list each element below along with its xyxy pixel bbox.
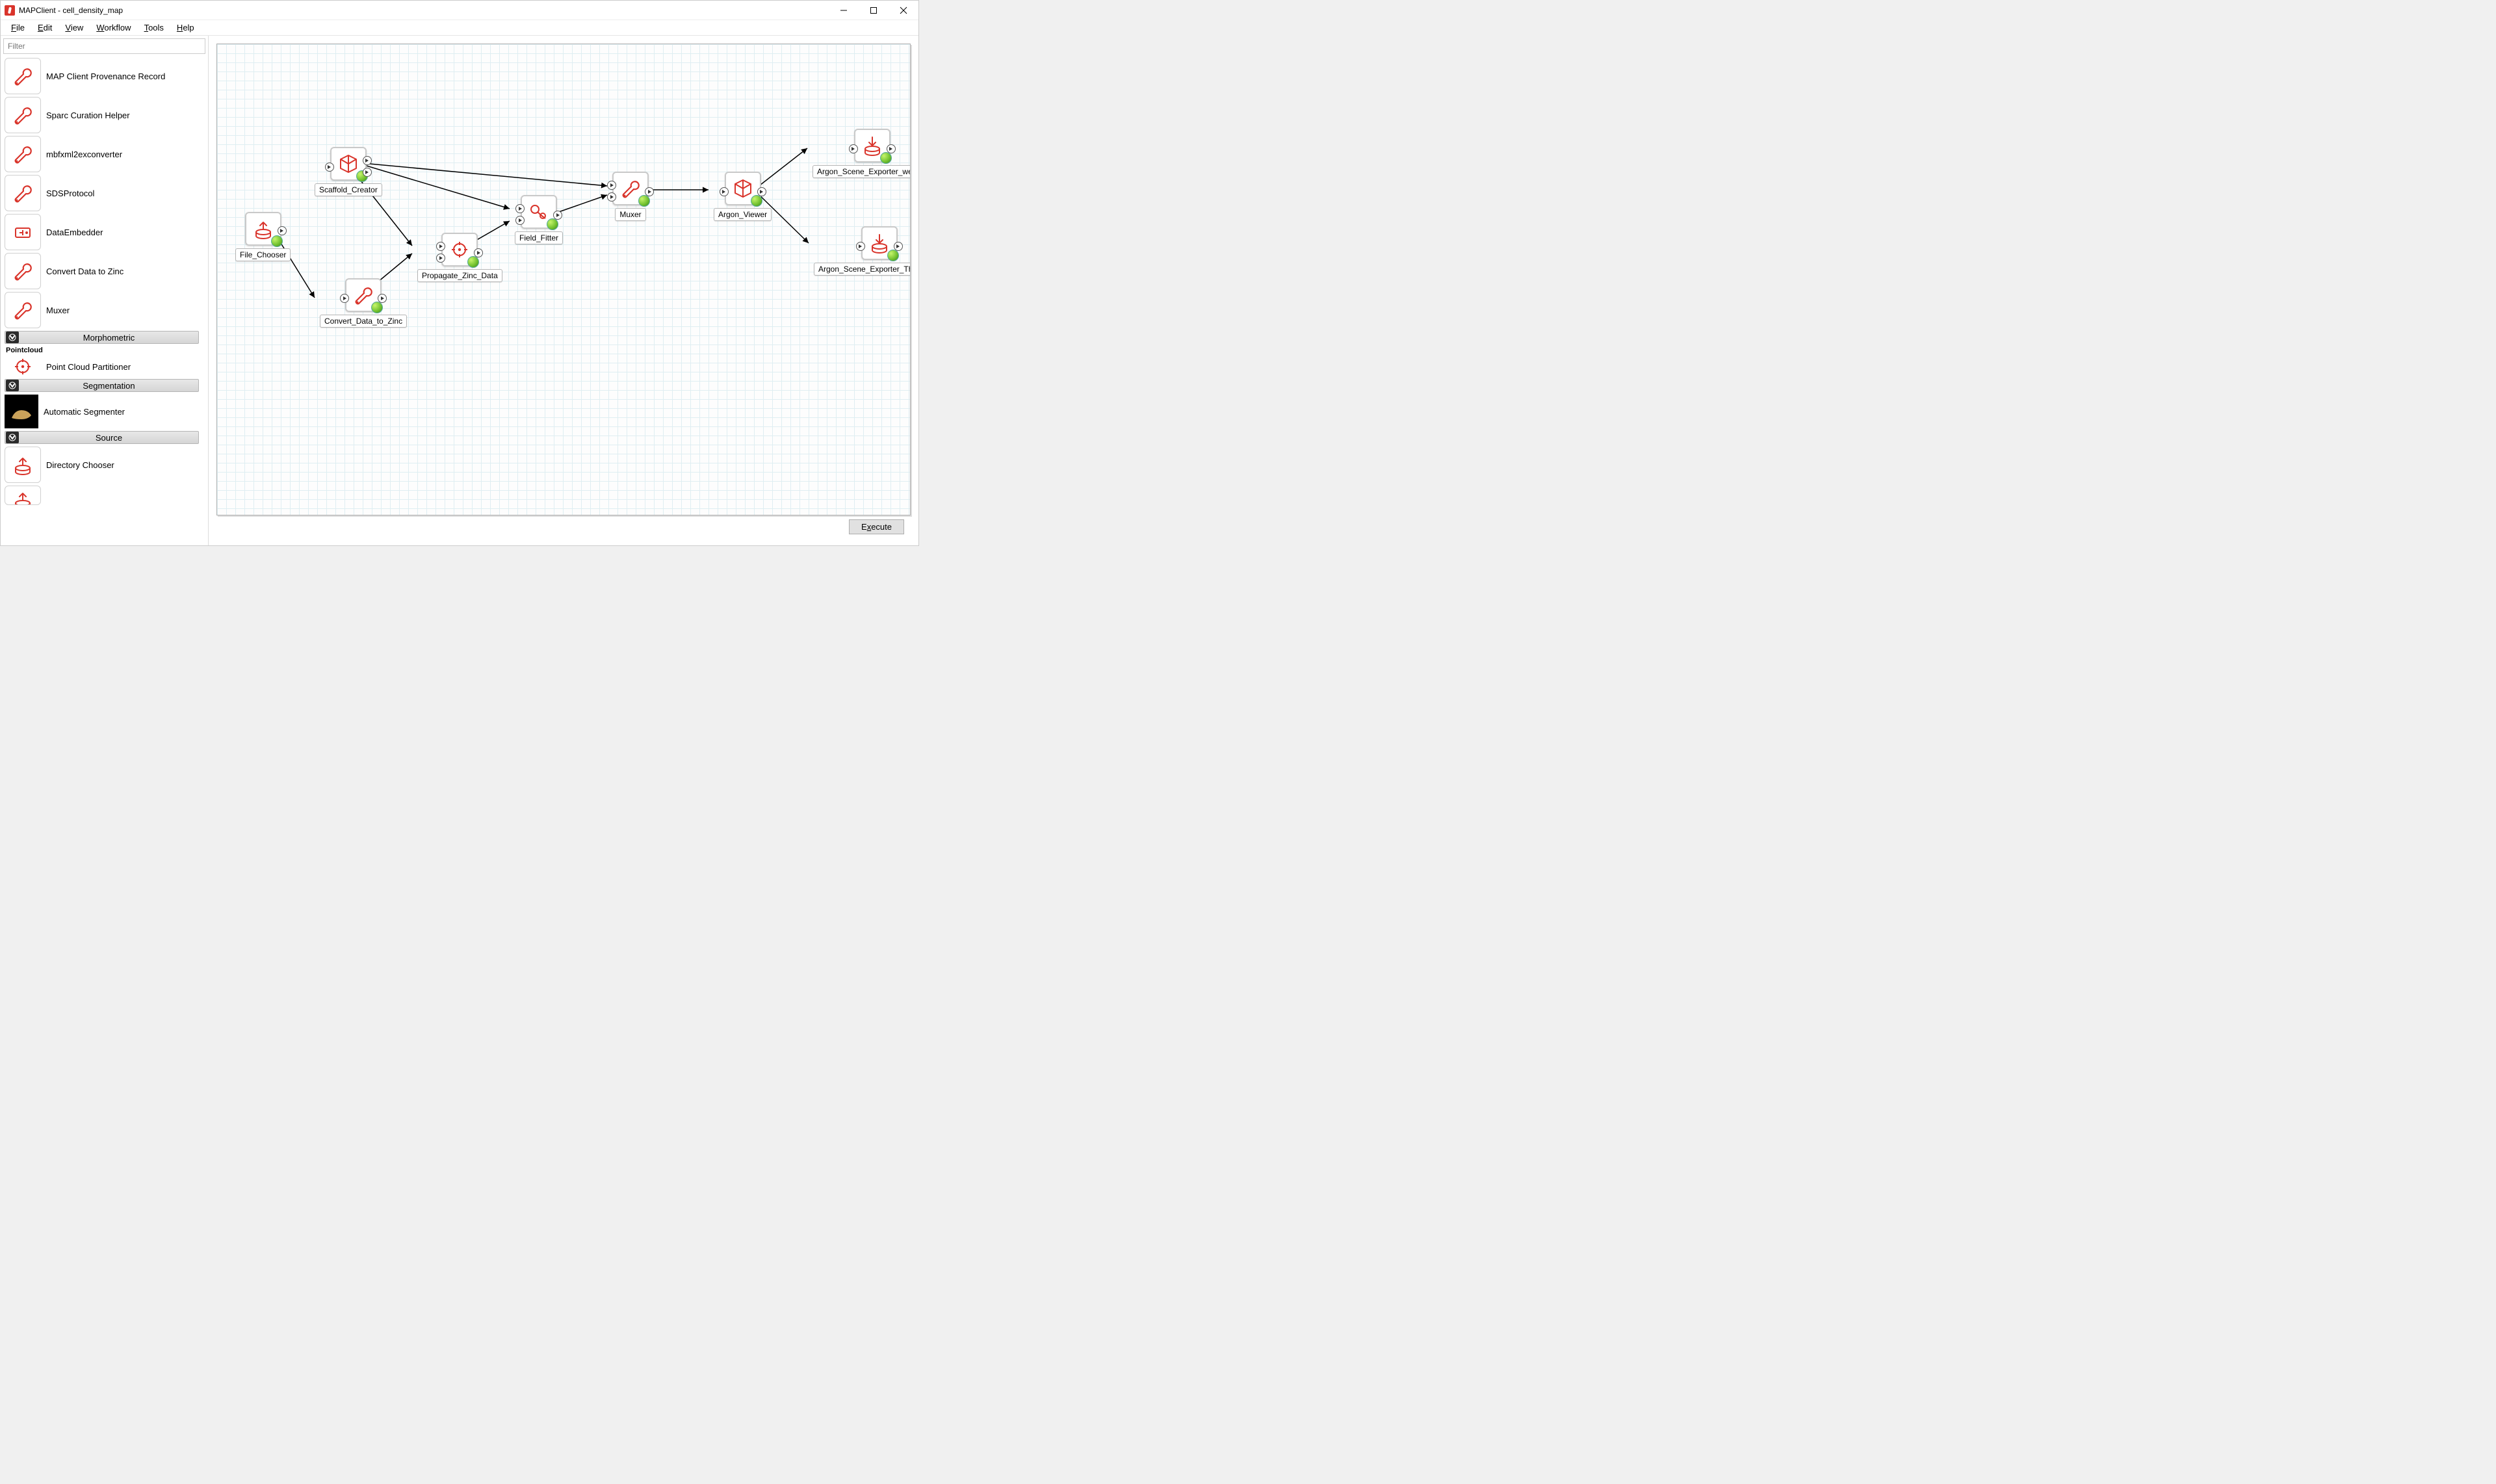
- tool-point-cloud-partitioner[interactable]: Point Cloud Partitioner: [5, 356, 199, 378]
- port-out[interactable]: [553, 211, 562, 220]
- node-label: Muxer: [615, 208, 645, 221]
- status-ok-icon: [467, 256, 479, 268]
- node-field-fitter[interactable]: Field_Fitter: [515, 195, 563, 244]
- window-title: MAPClient - cell_density_map: [19, 6, 829, 15]
- node-label: Convert_Data_to_Zinc: [320, 315, 407, 328]
- tool-palette-sidebar: MAP Client Provenance Record Sparc Curat…: [1, 36, 209, 545]
- main-area: MAP Client Provenance Record Sparc Curat…: [1, 36, 918, 545]
- status-ok-icon: [547, 218, 558, 230]
- section-segmentation[interactable]: Segmentation: [5, 379, 199, 392]
- node-argon-viewer[interactable]: Argon_Viewer: [714, 172, 772, 221]
- app-icon: [5, 5, 15, 16]
- node-muxer[interactable]: Muxer: [612, 172, 649, 221]
- port-out[interactable]: [894, 242, 903, 251]
- status-ok-icon: [638, 195, 650, 207]
- port-in[interactable]: [856, 242, 865, 251]
- menu-help[interactable]: Help: [170, 21, 201, 34]
- application-window: MAPClient - cell_density_map File Edit V…: [0, 0, 919, 546]
- workflow-canvas-wrap: Scaffold_Creator File_Chooser: [209, 36, 918, 545]
- port-in[interactable]: [515, 216, 525, 225]
- node-convert-data-to-zinc[interactable]: Convert_Data_to_Zinc: [320, 278, 407, 328]
- node-label: Argon_Viewer: [714, 208, 772, 221]
- status-ok-icon: [880, 152, 892, 164]
- db-up-icon: [5, 447, 41, 483]
- port-out[interactable]: [645, 187, 654, 196]
- chevron-down-icon: [6, 380, 19, 391]
- port-in[interactable]: [325, 163, 334, 172]
- pointcloud-label: Pointcloud: [5, 345, 199, 356]
- node-label: Propagate_Zinc_Data: [417, 269, 502, 282]
- port-out[interactable]: [363, 168, 372, 177]
- filter-input[interactable]: [3, 38, 205, 54]
- port-in[interactable]: [607, 181, 616, 190]
- port-out[interactable]: [363, 156, 372, 165]
- tool-extra[interactable]: [5, 484, 199, 506]
- titlebar: MAPClient - cell_density_map: [1, 1, 918, 20]
- port-in[interactable]: [340, 294, 349, 303]
- tool-directory-chooser[interactable]: Directory Chooser: [5, 445, 199, 484]
- port-in[interactable]: [515, 204, 525, 213]
- node-label: Argon_Scene_Exporter_Thumbnail: [814, 263, 911, 276]
- node-label: File_Chooser: [235, 248, 291, 261]
- wrench-icon: [5, 136, 41, 172]
- port-out[interactable]: [757, 187, 766, 196]
- chevron-down-icon: [6, 332, 19, 343]
- window-controls: [829, 1, 918, 20]
- port-in[interactable]: [436, 254, 445, 263]
- embed-icon: [5, 214, 41, 250]
- node-propagate-zinc-data[interactable]: Propagate_Zinc_Data: [417, 233, 502, 282]
- close-button[interactable]: [889, 1, 918, 20]
- tool-provenance-record[interactable]: MAP Client Provenance Record: [5, 57, 199, 96]
- menu-edit[interactable]: Edit: [31, 21, 58, 34]
- workflow-canvas[interactable]: Scaffold_Creator File_Chooser: [216, 44, 911, 515]
- port-out[interactable]: [887, 144, 896, 153]
- menubar: File Edit View Workflow Tools Help: [1, 20, 918, 36]
- status-ok-icon: [887, 250, 899, 261]
- execute-button[interactable]: Execute: [849, 519, 904, 534]
- node-label: Field_Fitter: [515, 231, 563, 244]
- node-file-chooser[interactable]: File_Chooser: [235, 212, 291, 261]
- tool-sdsprotocol[interactable]: SDSProtocol: [5, 174, 199, 213]
- menu-workflow[interactable]: Workflow: [90, 21, 137, 34]
- tool-mbfxml2exconverter[interactable]: mbfxml2exconverter: [5, 135, 199, 174]
- port-in[interactable]: [436, 242, 445, 251]
- segmenter-icon: [5, 395, 38, 428]
- wrench-icon: [5, 58, 41, 94]
- tool-automatic-segmenter[interactable]: Automatic Segmenter: [5, 393, 199, 430]
- port-out[interactable]: [378, 294, 387, 303]
- node-argon-scene-exporter-webgl[interactable]: Argon_Scene_Exporter_webGL: [812, 129, 911, 178]
- wrench-icon: [5, 292, 41, 328]
- target-icon: [5, 357, 41, 376]
- chevron-down-icon: [6, 432, 19, 443]
- port-out[interactable]: [474, 248, 483, 257]
- port-in[interactable]: [720, 187, 729, 196]
- wrench-icon: [5, 97, 41, 133]
- menu-file[interactable]: File: [5, 21, 31, 34]
- node-label: Argon_Scene_Exporter_webGL: [812, 165, 911, 178]
- status-ok-icon: [371, 302, 383, 313]
- tool-muxer[interactable]: Muxer: [5, 291, 199, 330]
- maximize-button[interactable]: [859, 1, 889, 20]
- node-argon-scene-exporter-thumbnail[interactable]: Argon_Scene_Exporter_Thumbnail: [814, 226, 911, 276]
- footer: Execute: [216, 515, 911, 538]
- tool-dataembedder[interactable]: DataEmbedder: [5, 213, 199, 252]
- status-ok-icon: [751, 195, 762, 207]
- tool-convert-data-to-zinc[interactable]: Convert Data to Zinc: [5, 252, 199, 291]
- tool-palette[interactable]: MAP Client Provenance Record Sparc Curat…: [1, 57, 208, 545]
- tool-sparc-curation-helper[interactable]: Sparc Curation Helper: [5, 96, 199, 135]
- wrench-icon: [5, 175, 41, 211]
- db-up-icon: [5, 486, 41, 505]
- section-morphometric[interactable]: Morphometric: [5, 331, 199, 344]
- port-out[interactable]: [278, 226, 287, 235]
- node-scaffold-creator[interactable]: Scaffold_Creator: [315, 147, 382, 196]
- minimize-button[interactable]: [829, 1, 859, 20]
- port-in[interactable]: [849, 144, 858, 153]
- wrench-icon: [5, 253, 41, 289]
- node-label: Scaffold_Creator: [315, 183, 382, 196]
- menu-view[interactable]: View: [58, 21, 90, 34]
- port-in[interactable]: [607, 192, 616, 202]
- section-source[interactable]: Source: [5, 431, 199, 444]
- status-ok-icon: [271, 235, 283, 247]
- menu-tools[interactable]: Tools: [138, 21, 170, 34]
